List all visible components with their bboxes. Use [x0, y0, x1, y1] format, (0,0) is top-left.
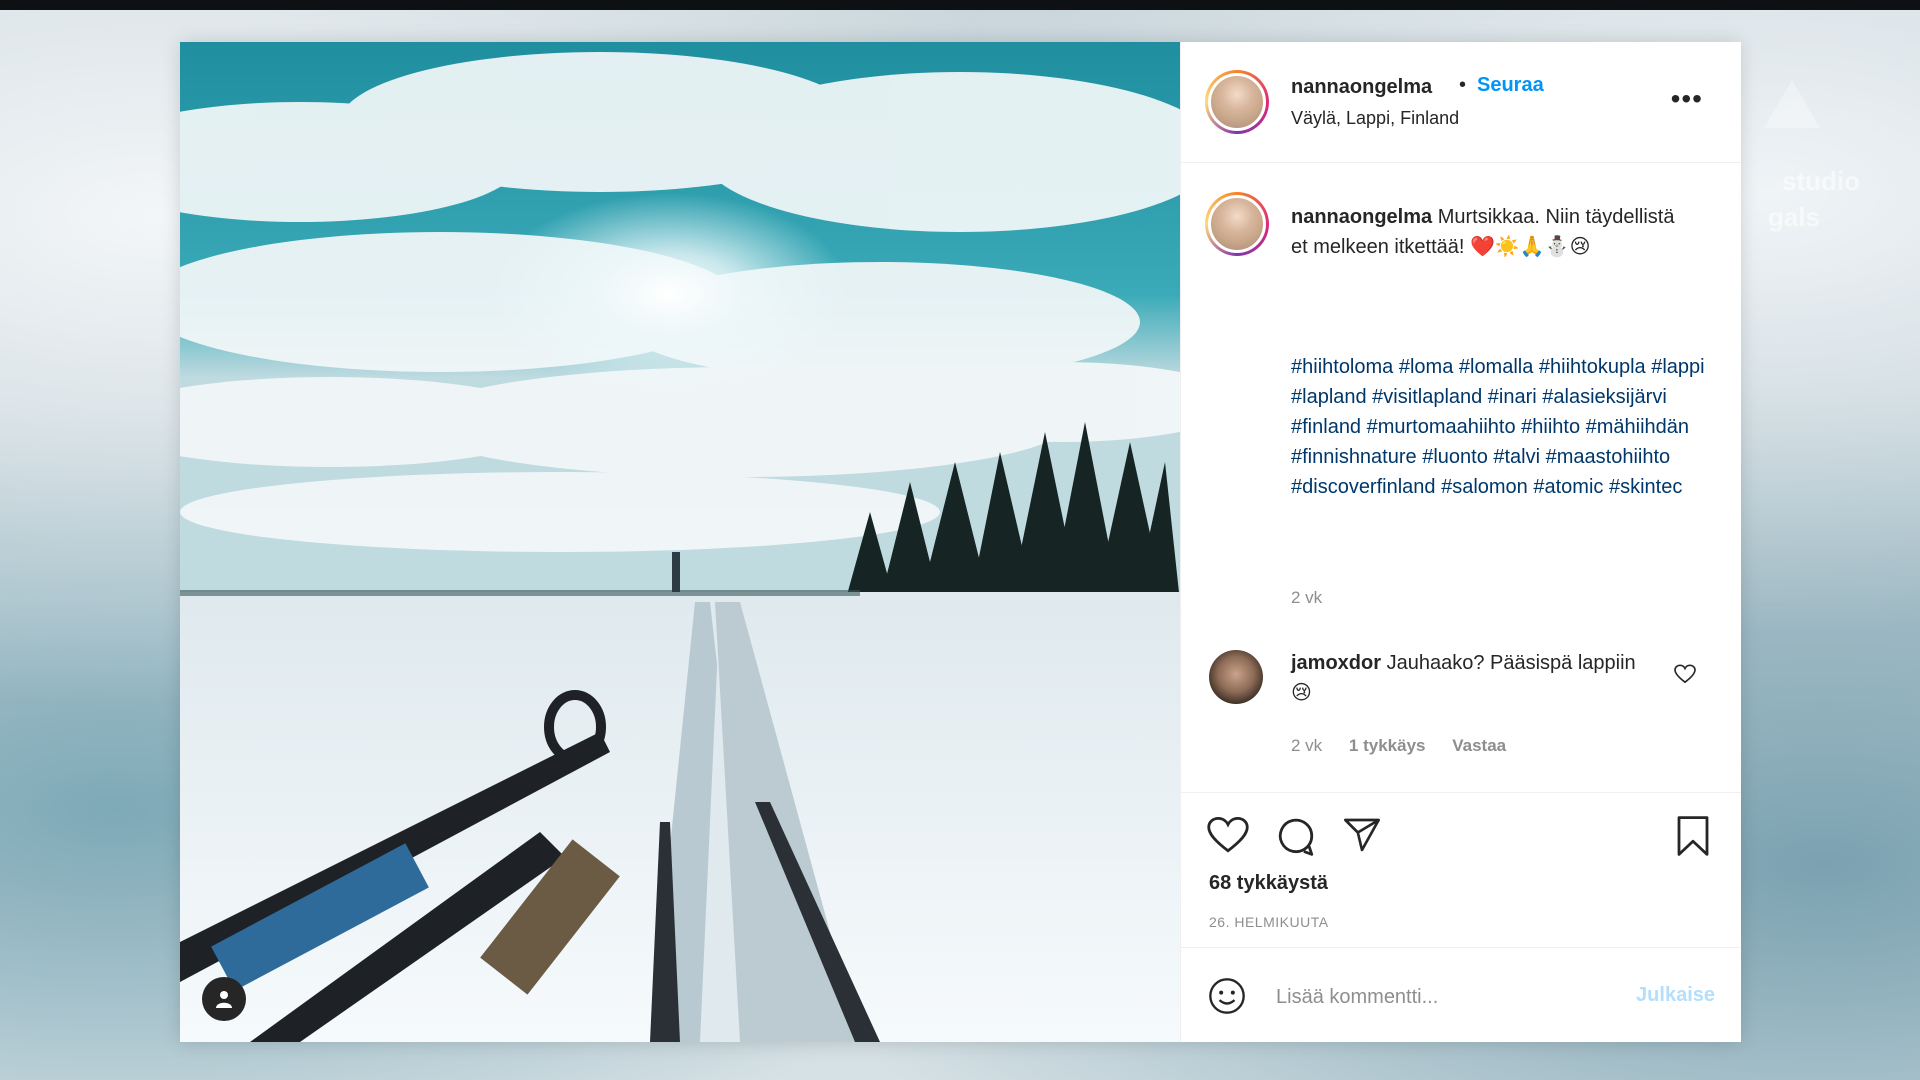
- ski-landscape-image: [180, 42, 1180, 1042]
- reply-button[interactable]: Vastaa: [1452, 736, 1506, 755]
- more-options-icon[interactable]: •••: [1671, 85, 1703, 113]
- comment: jamoxdor Jauhaako? Pääsispä lappiin 😢: [1291, 648, 1651, 708]
- separator-dot: •: [1459, 74, 1467, 96]
- add-comment-bar: Lisää kommentti... Julkaise: [1181, 947, 1741, 1043]
- heart-icon[interactable]: [1207, 815, 1249, 860]
- caption-avatar[interactable]: [1205, 192, 1269, 256]
- tagged-user-icon[interactable]: [202, 977, 246, 1021]
- comment-meta: 2 vk 1 tykkäys Vastaa: [1291, 736, 1528, 756]
- commenter-avatar[interactable]: [1209, 650, 1263, 704]
- author-username[interactable]: nannaongelma: [1291, 76, 1432, 99]
- post-caption: nannaongelma Murtsikkaa. Niin täydellist…: [1291, 202, 1691, 262]
- post-header: nannaongelma • Seuraa Väylä, Lappi, Finl…: [1181, 42, 1741, 163]
- post-photo[interactable]: [180, 42, 1180, 1042]
- caption-username[interactable]: nannaongelma: [1291, 206, 1432, 228]
- publish-button[interactable]: Julkaise: [1636, 984, 1715, 1007]
- comment-input[interactable]: Lisää kommentti...: [1276, 986, 1438, 1009]
- caption-time[interactable]: 2 vk: [1291, 588, 1322, 608]
- comment-icon[interactable]: [1275, 815, 1317, 862]
- comment-username[interactable]: jamoxdor: [1291, 652, 1381, 674]
- bookmark-icon[interactable]: [1673, 815, 1713, 862]
- emoji-icon[interactable]: [1207, 976, 1247, 1021]
- comment-time[interactable]: 2 vk: [1291, 736, 1322, 755]
- top-bar: [0, 0, 1920, 10]
- hashtag-list[interactable]: #hiihtoloma #loma #lomalla #hiihtokupla …: [1291, 352, 1711, 502]
- post-location[interactable]: Väylä, Lappi, Finland: [1291, 108, 1459, 129]
- triangle-logo-icon: [1764, 80, 1820, 128]
- post-side-panel: nannaongelma • Seuraa Väylä, Lappi, Finl…: [1180, 42, 1741, 1042]
- author-avatar[interactable]: [1205, 70, 1269, 134]
- comment-like-count[interactable]: 1 tykkäys: [1349, 736, 1426, 755]
- like-count[interactable]: 68 tykkäystä: [1209, 872, 1328, 895]
- comment-like-icon[interactable]: [1674, 664, 1696, 689]
- post-date[interactable]: 26. HELMIKUUTA: [1209, 914, 1329, 930]
- share-icon[interactable]: [1341, 815, 1383, 860]
- follow-button[interactable]: Seuraa: [1477, 74, 1544, 97]
- instagram-post: nannaongelma • Seuraa Väylä, Lappi, Finl…: [180, 42, 1741, 1042]
